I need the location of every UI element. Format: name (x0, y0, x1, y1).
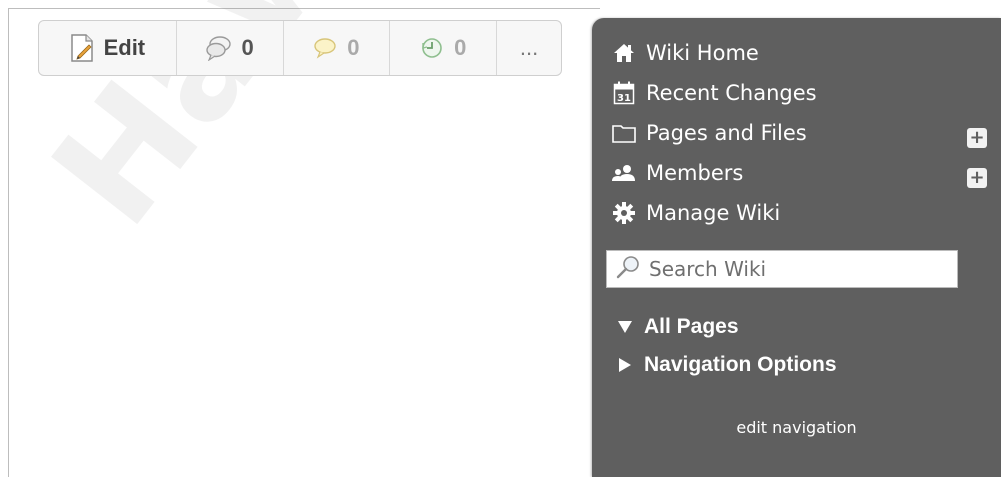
history-button[interactable]: 0 (390, 21, 498, 75)
gear-icon (612, 201, 636, 225)
more-button[interactable]: ... (497, 21, 561, 75)
page-toolbar: Edit 0 0 0 ... (38, 20, 562, 76)
wiki-sidebar: Wiki Home 31 Recent Changes Pages and Fi… (592, 18, 1001, 477)
history-icon (420, 36, 444, 60)
sidebar-item-label: Manage Wiki (646, 201, 781, 225)
search-wiki-box[interactable] (606, 250, 958, 288)
folder-icon (612, 121, 636, 145)
comment-count: 0 (347, 35, 360, 60)
discussion-icon (205, 35, 232, 61)
history-count: 0 (454, 35, 467, 60)
expanded-triangle-icon[interactable] (618, 320, 632, 334)
collapsed-triangle-icon[interactable] (618, 358, 632, 372)
home-icon (612, 41, 636, 65)
sidebar-item-members[interactable]: Members (612, 156, 743, 190)
sidebar-item-manage-wiki[interactable]: Manage Wiki (612, 196, 780, 230)
search-icon (615, 254, 641, 284)
add-member-button[interactable]: + (967, 168, 987, 188)
calendar-icon: 31 (612, 81, 636, 105)
sidebar-item-label: Members (646, 161, 744, 185)
edit-navigation-link[interactable]: edit navigation (592, 418, 1001, 437)
page-frame-left (8, 8, 9, 477)
edit-page-icon (70, 34, 94, 62)
sidebar-item-label: Wiki Home (646, 41, 759, 65)
edit-button[interactable]: Edit (39, 21, 177, 75)
edit-label: Edit (103, 35, 146, 60)
tree-item-label: All Pages (644, 315, 739, 338)
add-page-button[interactable]: + (967, 128, 987, 148)
members-icon (612, 161, 636, 185)
sidebar-item-label: Recent Changes (646, 81, 817, 105)
tree-item-all-pages[interactable]: All Pages (618, 312, 739, 342)
discussion-count: 0 (241, 35, 254, 60)
search-input[interactable] (649, 257, 949, 281)
page-frame-top (8, 8, 600, 9)
sidebar-item-label: Pages and Files (646, 121, 807, 145)
sidebar-item-wiki-home[interactable]: Wiki Home (612, 36, 759, 70)
calendar-day: 31 (617, 93, 631, 104)
sidebar-item-pages-and-files[interactable]: Pages and Files (612, 116, 807, 150)
tree-item-label: Navigation Options (644, 353, 837, 376)
tree-item-navigation-options[interactable]: Navigation Options (618, 350, 837, 380)
sidebar-item-recent-changes[interactable]: 31 Recent Changes (612, 76, 817, 110)
more-label: ... (519, 35, 539, 60)
comments-button[interactable]: 0 (284, 21, 391, 75)
comment-icon (313, 37, 337, 59)
discussion-button[interactable]: 0 (177, 21, 284, 75)
